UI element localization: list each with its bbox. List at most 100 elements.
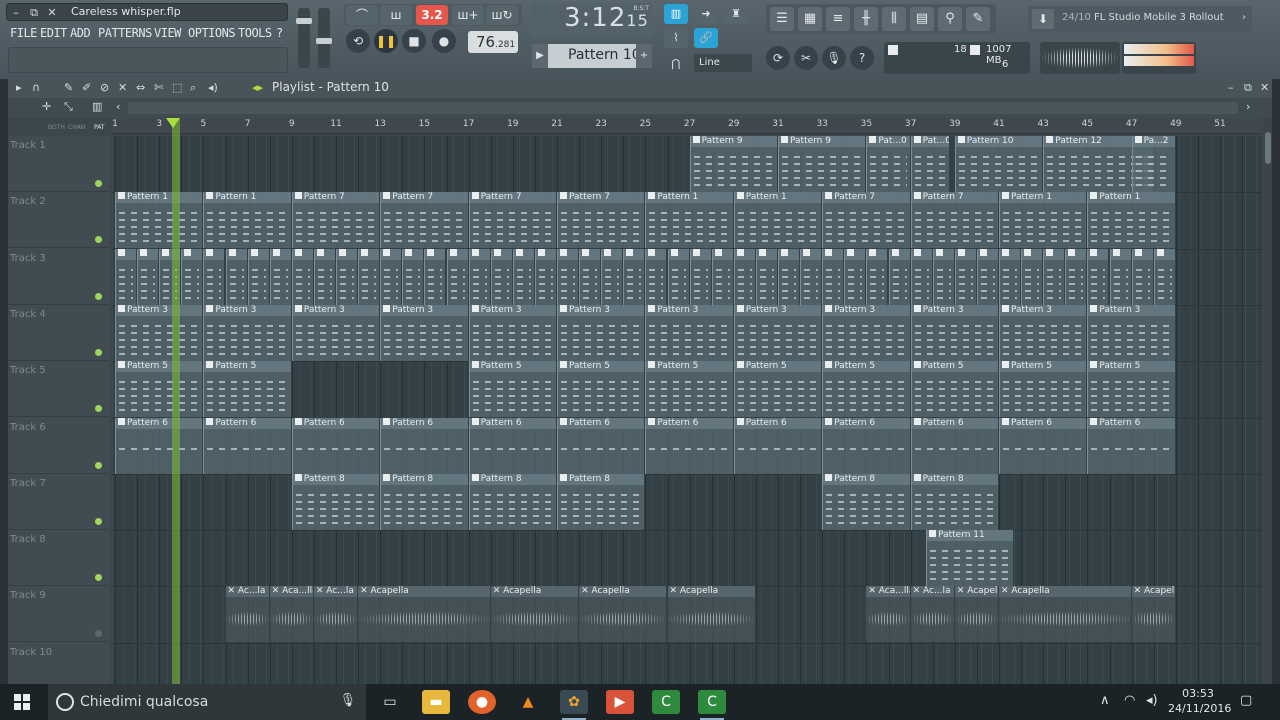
track-mute-led[interactable] — [95, 574, 102, 582]
drum-pattern-clip[interactable] — [490, 248, 512, 305]
clip-menu-icon[interactable] — [1002, 417, 1009, 425]
ruler-label-pat[interactable]: PAT — [94, 124, 105, 131]
clip-menu-icon[interactable] — [913, 417, 921, 425]
clip-menu-icon[interactable] — [957, 136, 965, 143]
pattern-clip[interactable]: Pattern 9 — [689, 136, 777, 192]
clip-menu-icon[interactable] — [493, 248, 501, 256]
pattern-clip[interactable]: Pattern 1 — [1087, 192, 1175, 249]
pattern-clip[interactable]: Pattern 6 — [733, 417, 822, 474]
vlc-icon[interactable]: ▲ — [514, 690, 542, 714]
mixer-icon[interactable]: ╫ — [854, 7, 878, 31]
track-header[interactable]: Track 5 — [8, 361, 108, 418]
undo-icon[interactable]: ⟳ — [766, 46, 790, 70]
audio-clip-icon[interactable]: ✕ — [228, 586, 238, 596]
microphone-icon[interactable]: 🎙 — [822, 46, 846, 70]
pattern-clip[interactable]: Pattern 7 — [380, 192, 468, 249]
drum-pattern-clip[interactable] — [976, 248, 998, 305]
clip-menu-icon[interactable] — [184, 248, 192, 256]
pattern-clip[interactable]: Pattern 9 — [778, 136, 866, 192]
clip-menu-icon[interactable] — [560, 192, 567, 200]
drum-pattern-clip[interactable] — [203, 248, 225, 305]
clip-menu-icon[interactable] — [471, 192, 479, 200]
drum-pattern-clip[interactable] — [380, 248, 402, 305]
track-header[interactable]: Track 2 — [8, 192, 108, 249]
clip-menu-icon[interactable] — [560, 248, 567, 256]
track-mute-led[interactable] — [95, 630, 102, 638]
audio-clip-icon[interactable]: ✕ — [1134, 586, 1144, 596]
playlist-minimize-icon[interactable]: – — [1228, 81, 1234, 94]
tempo-field[interactable]: 76.281 — [468, 31, 518, 53]
pattern-clip[interactable]: Pattern 6 — [999, 417, 1087, 474]
stop-button[interactable]: ■ — [402, 29, 426, 53]
pattern-clip[interactable]: Pattern 6 — [291, 417, 380, 474]
pattern-clip[interactable]: Pattern 3 — [645, 304, 733, 361]
pattern-clip[interactable]: Pattern 5 — [910, 361, 998, 418]
microphone-icon[interactable]: 🎙 — [339, 693, 356, 708]
vertical-scroll-thumb[interactable] — [1265, 132, 1271, 164]
pattern-clip[interactable]: Pattern 6 — [380, 417, 468, 474]
magnet-icon[interactable]: ⋂ — [664, 54, 688, 74]
audio-clip[interactable]: ✕ Acapella — [490, 586, 579, 643]
clip-menu-icon[interactable] — [825, 304, 833, 312]
news-next-icon[interactable]: › — [1242, 12, 1246, 23]
playlist-menu-icon[interactable]: ▸ — [16, 81, 22, 94]
clip-menu-icon[interactable] — [913, 473, 921, 481]
clip-menu-icon[interactable] — [405, 248, 413, 256]
clip-menu-icon[interactable] — [913, 192, 921, 200]
ruler-label-chan[interactable]: CHAN — [68, 124, 85, 131]
drum-pattern-clip[interactable] — [601, 248, 623, 305]
clip-menu-icon[interactable] — [206, 417, 214, 425]
drum-pattern-clip[interactable] — [755, 248, 777, 305]
drum-pattern-clip[interactable] — [137, 248, 159, 305]
drum-pattern-clip[interactable] — [402, 248, 424, 305]
clip-menu-icon[interactable] — [648, 248, 656, 256]
drum-pattern-clip[interactable] — [225, 248, 247, 305]
clip-menu-icon[interactable] — [825, 417, 833, 425]
keyboard-icon[interactable]: ▥ — [92, 100, 102, 113]
clip-menu-icon[interactable] — [471, 304, 479, 312]
pattern-clip[interactable]: Pattern 1 — [115, 192, 203, 249]
metronome-icon[interactable]: ⌒ — [346, 5, 378, 25]
pattern-clip[interactable]: Pattern 7 — [910, 192, 998, 249]
drum-pattern-clip[interactable] — [689, 248, 711, 305]
add-pattern-icon[interactable]: + — [636, 44, 652, 68]
drum-pattern-clip[interactable] — [822, 248, 844, 305]
clip-menu-icon[interactable] — [692, 248, 700, 256]
playlist-close-icon[interactable]: ✕ — [1260, 81, 1269, 94]
pattern-selector[interactable]: ▶ Pattern 10 + — [532, 44, 652, 68]
drum-pattern-clip[interactable] — [115, 248, 137, 305]
drum-pattern-clip[interactable] — [358, 248, 380, 305]
pattern-clip[interactable]: Pattern 3 — [910, 304, 998, 361]
pattern-clip[interactable]: Pat...0 — [910, 136, 950, 192]
pattern-clip[interactable]: Pattern 1 — [203, 192, 291, 249]
clip-menu-icon[interactable] — [758, 248, 766, 256]
clip-menu-icon[interactable] — [825, 473, 833, 481]
mixer-faders-icon[interactable]: ⫼ — [882, 7, 906, 31]
pattern-clip[interactable]: Pattern 6 — [468, 417, 556, 474]
clip-menu-icon[interactable] — [206, 192, 214, 200]
pattern-clip[interactable]: Pattern 8 — [468, 473, 556, 530]
notifications-icon[interactable]: ▢ — [1240, 693, 1252, 708]
drum-pattern-clip[interactable] — [866, 248, 888, 305]
slip-tool-icon[interactable]: ⇔ — [136, 81, 145, 94]
minimize-button[interactable]: – — [9, 6, 23, 20]
pattern-clip[interactable]: Pattern 7 — [291, 192, 380, 249]
clip-menu-icon[interactable] — [736, 361, 744, 369]
clip-menu-icon[interactable] — [736, 417, 744, 425]
pattern-clip[interactable]: Pattern 5 — [822, 361, 910, 418]
clip-menu-icon[interactable] — [929, 530, 937, 538]
drum-pattern-clip[interactable] — [800, 248, 822, 305]
drum-pattern-clip[interactable] — [1065, 248, 1087, 305]
clip-menu-icon[interactable] — [891, 248, 899, 256]
audio-clip-icon[interactable]: ✕ — [316, 586, 326, 596]
playlist-window-icon[interactable]: ☰ — [770, 7, 794, 31]
pattern-prev-icon[interactable]: ▶ — [532, 44, 548, 68]
drum-pattern-clip[interactable] — [181, 248, 203, 305]
clip-menu-icon[interactable] — [316, 248, 324, 256]
drum-pattern-clip[interactable] — [1087, 248, 1109, 305]
clip-menu-icon[interactable] — [1112, 248, 1120, 256]
pattern-clip[interactable]: Pattern 3 — [115, 304, 203, 361]
track-mute-led[interactable] — [95, 517, 102, 525]
pattern-clip[interactable]: Pattern 10 — [954, 136, 1043, 192]
track-header[interactable]: Track 1 — [8, 136, 108, 192]
